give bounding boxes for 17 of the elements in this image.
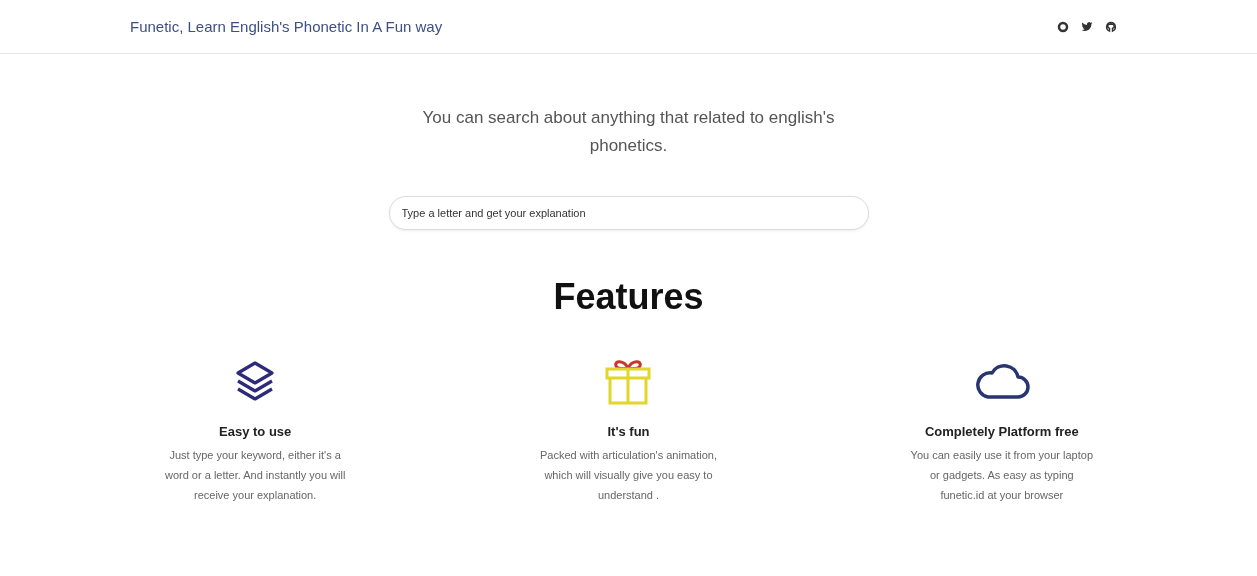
social-link[interactable] (1057, 20, 1069, 33)
twitter-icon (1081, 20, 1093, 33)
site-title[interactable]: Funetic, Learn English's Phonetic In A Fun way (130, 18, 443, 35)
feature-description: Packed with articulation's animation, which will visually give you easy to understand . (539, 448, 718, 503)
search-field[interactable]: Type a letter and get your explanation (388, 196, 869, 230)
feature-title: It's fun (607, 424, 650, 439)
intro-text: You can search about anything that related to english's phonetics. (421, 107, 836, 157)
features-heading: Features (552, 276, 705, 318)
feature-description: You can easily use it from your laptop or gadgets. As easy as typing funetic.id at your browser (909, 448, 1095, 503)
social-link[interactable] (1105, 20, 1117, 33)
feature-description: Just type your keyword, either it's a word or a letter. And instantly you will receive your explanation. (163, 448, 347, 503)
circle-icon (1057, 20, 1069, 33)
feature-title: Completely Platform free (924, 424, 1079, 439)
social-link[interactable] (1081, 20, 1093, 33)
feature-title: Easy to use (219, 424, 292, 439)
github-icon (1105, 20, 1117, 33)
layers-icon (234, 360, 277, 402)
